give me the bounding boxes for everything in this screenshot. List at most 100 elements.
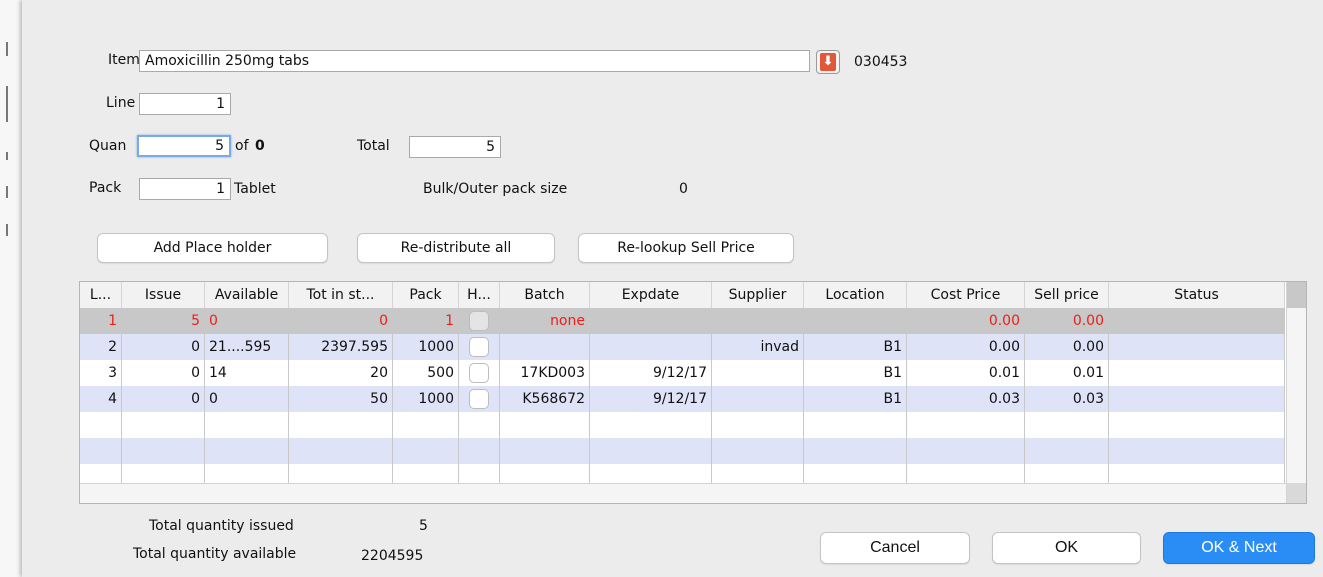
quan-of-text: of [235,138,249,154]
empty-table-row[interactable] [80,412,1285,438]
cell-h [459,334,500,360]
horizontal-scrollbar[interactable] [80,483,1286,503]
quan-of-value: 0 [255,138,265,154]
redistribute-all-button[interactable]: Re-distribute all [357,233,555,263]
cell-available: 0 [205,386,289,412]
cell-batch: K568672 [500,386,590,412]
cell-pack: 500 [393,360,459,386]
table-row[interactable]: 1 5 0 0 1 none 0.00 0.00 [80,308,1285,334]
total-field[interactable]: 5 [409,136,501,158]
column-header-line[interactable]: L... [80,282,122,308]
cell-h [459,386,500,412]
cell-status [1109,386,1285,412]
cell-location: B1 [804,386,907,412]
line-field[interactable]: 1 [139,93,231,115]
background-window-edge [0,0,22,577]
ok-button[interactable]: OK [992,532,1141,564]
cell-sell-price [1025,412,1109,438]
table-row[interactable]: 3 0 14 20 500 17KD003 9/12/17 B1 0.01 0.01 [80,360,1285,386]
hold-checkbox[interactable] [469,389,489,409]
hold-checkbox[interactable] [469,337,489,357]
cell-cost-price: 0.00 [907,334,1025,360]
cell-batch: 17KD003 [500,360,590,386]
empty-table-row[interactable] [80,438,1285,464]
column-header-available[interactable]: Available [205,282,289,308]
column-header-batch[interactable]: Batch [500,282,590,308]
cell-cost-price [907,412,1025,438]
total-issued-value: 5 [419,518,428,534]
cell-cost-price: 0.01 [907,360,1025,386]
total-available-label: Total quantity available [133,546,297,562]
cell-line: 3 [80,360,122,386]
cell-h [459,360,500,386]
cell-cost-price: 0.03 [907,386,1025,412]
cell-pack [393,412,459,438]
cancel-button[interactable]: Cancel [820,532,970,564]
cell-supplier [712,438,804,464]
cell-supplier: invad [712,334,804,360]
column-header-pack[interactable]: Pack [393,282,459,308]
item-name-field[interactable]: Amoxicillin 250mg tabs [139,50,810,72]
cell-tot-in-stock [289,438,393,464]
column-header-cost-price[interactable]: Cost Price [907,282,1025,308]
cell-batch [500,438,590,464]
table-row[interactable]: 4 0 0 50 1000 K568672 9/12/17 B1 0.03 0.03 [80,386,1285,412]
quantity-field[interactable]: 5 [137,135,231,157]
table-row[interactable]: 2 0 21....595 2397.595 1000 invad B1 0.00 0.00 [80,334,1285,360]
cell-location [804,412,907,438]
cell-issue [122,412,205,438]
relookup-sell-price-button[interactable]: Re-lookup Sell Price [578,233,794,263]
cell-available [205,412,289,438]
cell-pack: 1000 [393,386,459,412]
column-header-issue[interactable]: Issue [122,282,205,308]
column-header-location[interactable]: Location [804,282,907,308]
column-header-tot-in-stock[interactable]: Tot in st... [289,282,393,308]
cell-batch [500,412,590,438]
add-placeholder-button[interactable]: Add Place holder [97,233,328,263]
cell-location [804,438,907,464]
hold-checkbox[interactable] [469,311,489,331]
cell-sell-price: 0.00 [1025,308,1109,334]
cell-status [1109,360,1285,386]
column-header-h[interactable]: H... [459,282,500,308]
total-available-value: 2204595 [361,548,424,564]
cell-issue: 0 [122,386,205,412]
cell-tot-in-stock: 20 [289,360,393,386]
batch-grid: L... Issue Available Tot in st... Pack H... Ba… [79,281,1307,504]
cell-issue: 0 [122,360,205,386]
cell-location: B1 [804,360,907,386]
pack-label: Pack [89,180,122,196]
cell-sell-price: 0.03 [1025,386,1109,412]
cell-tot-in-stock [289,412,393,438]
down-arrow-icon: ⬇ [820,53,836,71]
column-header-status[interactable]: Status [1109,282,1285,308]
cell-line: 1 [80,308,122,334]
cell-tot-in-stock: 50 [289,386,393,412]
cell-location [804,308,907,334]
cell-available: 21....595 [205,334,289,360]
item-lookup-button[interactable]: ⬇ [816,50,840,74]
cell-sell-price: 0.01 [1025,360,1109,386]
column-header-expdate[interactable]: Expdate [590,282,712,308]
column-header-supplier[interactable]: Supplier [712,282,804,308]
cell-supplier [712,386,804,412]
cell-supplier [712,360,804,386]
vertical-scrollbar[interactable] [1286,282,1306,503]
item-line-dialog: Item Amoxicillin 250mg tabs ⬇ 030453 Lin… [22,0,1323,577]
cell-expdate [590,334,712,360]
cell-tot-in-stock: 2397.595 [289,334,393,360]
cell-expdate: 9/12/17 [590,360,712,386]
cell-tot-in-stock: 0 [289,308,393,334]
cell-line: 4 [80,386,122,412]
cell-available: 14 [205,360,289,386]
cell-available [205,438,289,464]
ok-and-next-button[interactable]: OK & Next [1163,532,1315,564]
grid-header: L... Issue Available Tot in st... Pack H... Ba… [80,282,1285,309]
column-header-sell-price[interactable]: Sell price [1025,282,1109,308]
total-issued-label: Total quantity issued [149,518,294,534]
quan-label: Quan [89,138,127,154]
cell-issue [122,438,205,464]
cell-line [80,438,122,464]
hold-checkbox[interactable] [469,363,489,383]
pack-field[interactable]: 1 [139,178,231,200]
